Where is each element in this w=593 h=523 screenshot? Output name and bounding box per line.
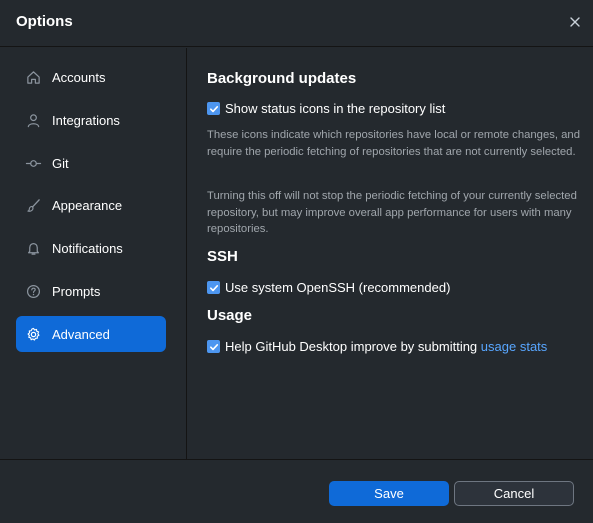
git-commit-icon	[25, 155, 42, 172]
dialog-footer: Save Cancel	[0, 459, 593, 523]
sidebar-item-advanced[interactable]: Advanced	[16, 315, 166, 352]
options-sidebar: Accounts Integrations Git Appearance Not…	[0, 48, 187, 459]
checkmark-icon	[209, 284, 218, 291]
usage-stats-link[interactable]: usage stats	[481, 339, 548, 354]
ssh-heading: SSH	[207, 248, 238, 265]
checkmark-icon	[209, 343, 218, 350]
sidebar-item-label: Accounts	[52, 70, 106, 85]
bell-icon	[25, 240, 42, 257]
status-icons-label: Show status icons in the repository list	[225, 101, 446, 116]
sidebar-item-label: Notifications	[52, 241, 123, 257]
openssh-checkbox[interactable]	[207, 281, 220, 294]
usage-stats-text: Help GitHub Desktop improve by submittin…	[225, 339, 478, 354]
sidebar-item-notifications[interactable]: Notifications	[16, 230, 166, 266]
dialog-title: Options	[16, 13, 73, 30]
sidebar-item-label: Git	[52, 155, 69, 171]
background-updates-heading: Background updates	[207, 70, 357, 87]
home-icon	[25, 69, 42, 86]
sidebar-item-label: Prompts	[52, 283, 101, 299]
status-icons-checkbox-row[interactable]: Show status icons in the repository list	[207, 101, 445, 116]
save-button[interactable]: Save	[329, 481, 449, 506]
openssh-checkbox-row[interactable]: Use system OpenSSH (recommended)	[207, 280, 450, 295]
options-dialog: Options Accounts Integrations Git Appear…	[0, 0, 593, 523]
background-updates-description: These icons indicate which repositories …	[207, 129, 581, 158]
person-icon	[25, 112, 42, 129]
sidebar-item-label: Advanced	[52, 326, 110, 342]
sidebar-item-integrations[interactable]: Integrations	[16, 102, 166, 138]
usage-stats-checkbox[interactable]	[207, 340, 220, 353]
sidebar-item-appearance[interactable]: Appearance	[16, 187, 166, 223]
advanced-settings-panel: Background updates Show status icons in …	[207, 48, 582, 459]
gear-icon	[25, 326, 42, 343]
sidebar-item-label: Appearance	[52, 198, 123, 214]
paintbrush-icon	[25, 197, 42, 214]
checkmark-icon	[209, 105, 218, 112]
dialog-header: Options	[0, 0, 593, 47]
close-icon	[570, 17, 580, 27]
usage-stats-checkbox-row[interactable]: Help GitHub Desktop improve by submittin…	[207, 339, 547, 354]
sidebar-item-prompts[interactable]: Prompts	[16, 273, 166, 309]
sidebar-item-label: Integrations	[52, 112, 120, 128]
sidebar-item-accounts[interactable]: Accounts	[16, 59, 166, 95]
background-updates-note: Turning this off will not stop the perio…	[207, 190, 577, 235]
status-icons-checkbox[interactable]	[207, 102, 220, 115]
usage-heading: Usage	[207, 307, 253, 324]
close-button[interactable]	[566, 13, 584, 31]
cancel-button[interactable]: Cancel	[454, 481, 574, 506]
usage-stats-label: Help GitHub Desktop improve by submittin…	[225, 339, 547, 354]
sidebar-item-git[interactable]: Git	[16, 145, 166, 181]
question-icon	[25, 283, 42, 300]
openssh-label: Use system OpenSSH (recommended)	[225, 280, 451, 295]
